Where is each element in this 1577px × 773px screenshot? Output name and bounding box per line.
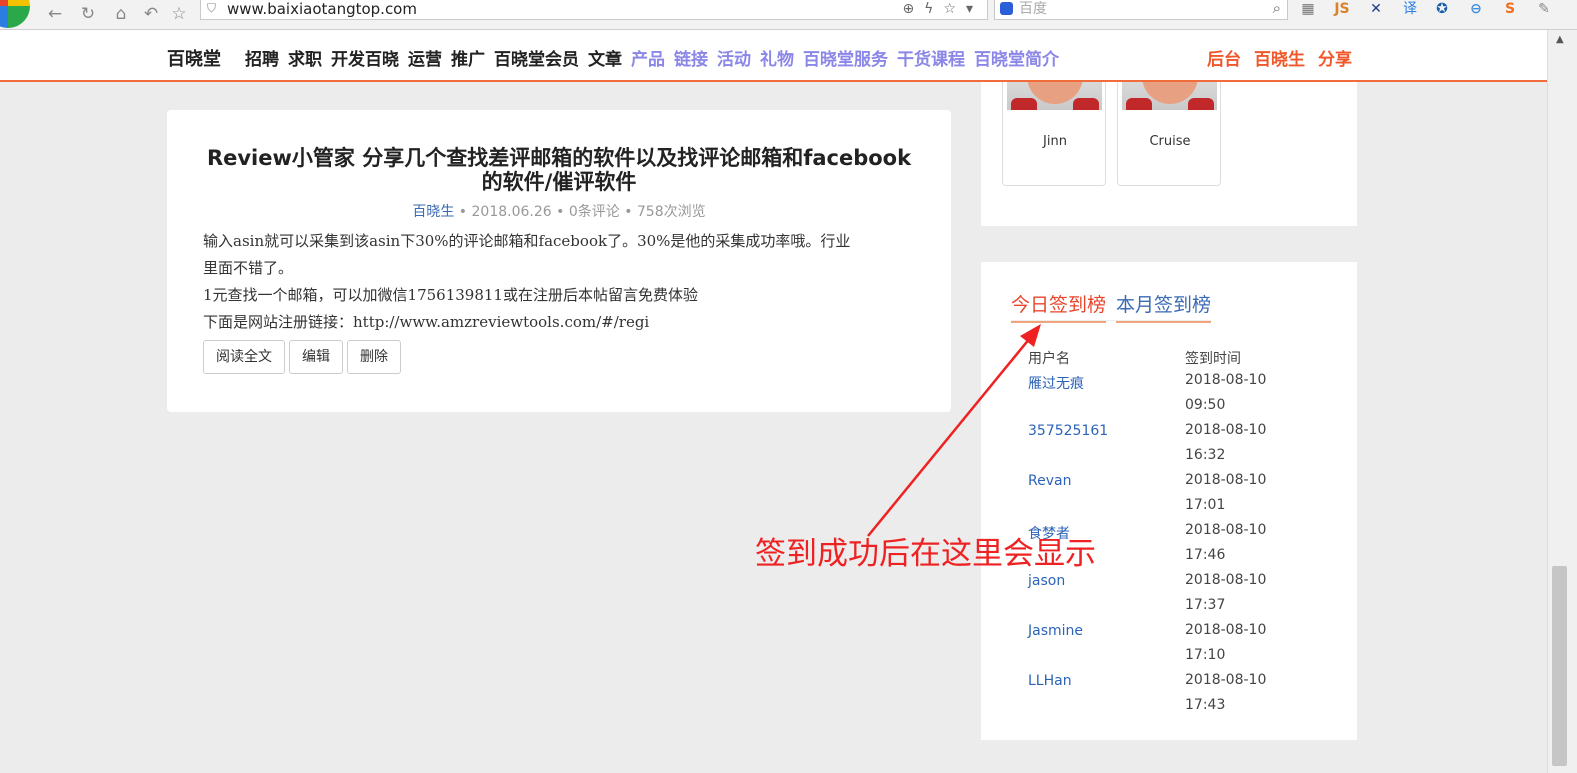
minus-extension-icon[interactable]: ⊖ [1466, 0, 1486, 18]
edit-button[interactable]: 编辑 [289, 340, 343, 374]
member-card[interactable]: Cruise [1117, 82, 1221, 186]
post-title[interactable]: Review小管家 分享几个查找差评邮箱的软件以及找评论邮箱和facebook的… [197, 146, 921, 194]
menu-item-recruit[interactable]: 招聘 [245, 45, 279, 70]
excerpt-line: 1元查找一个邮箱，可以加微信1756139811或在注册后本帖留言免费体验 [203, 286, 698, 304]
row-time: 2018-08-10 17:46 [1185, 522, 1267, 563]
menu-item-articles[interactable]: 文章 [588, 45, 622, 70]
translate-extension-icon[interactable]: 译 [1400, 0, 1420, 18]
site-header: 百晓堂 招聘 求职 开发百晓 运营 推广 百晓堂会员 文章 产品 链接 活动 礼… [0, 30, 1547, 82]
browser-logo-icon [0, 0, 30, 28]
row-username[interactable]: Jasmine [1028, 623, 1083, 639]
row-time: 2018-08-10 17:43 [1185, 672, 1267, 713]
menu-item-share[interactable]: 分享 [1318, 45, 1352, 70]
menu-item-gifts[interactable]: 礼物 [760, 45, 794, 70]
baidu-paw-icon [1000, 2, 1013, 15]
post-author-link[interactable]: 百晓生 [412, 204, 454, 220]
checkin-leaderboard: 今日签到榜 本月签到榜 用户名 签到时间 雁过无痕 2018-08-10 09:5… [981, 262, 1357, 740]
avatar [1122, 82, 1217, 110]
row-time: 2018-08-10 17:10 [1185, 622, 1267, 663]
row-username[interactable]: 雁过无痕 [1028, 373, 1084, 393]
row-username[interactable]: 357525161 [1028, 423, 1108, 439]
members-card: Jinn Cruise [981, 82, 1357, 226]
row-time: 2018-08-10 16:32 [1185, 422, 1267, 463]
column-header-time: 签到时间 [1185, 351, 1241, 367]
annotation-text: 签到成功后在这里会显示 [755, 536, 1096, 572]
member-card[interactable]: Jinn [1002, 82, 1106, 186]
menu-item-events[interactable]: 活动 [717, 45, 751, 70]
menu-item-services[interactable]: 百晓堂服务 [803, 45, 888, 70]
post-meta-details: • 2018.06.26 • 0条评论 • 758次浏览 [454, 204, 706, 220]
main-menu: 招聘 求职 开发百晓 运营 推广 百晓堂会员 文章 产品 链接 活动 礼物 百晓… [245, 45, 1059, 70]
checkin-tabs: 今日签到榜 本月签到榜 [1011, 290, 1212, 323]
avatar [1007, 82, 1102, 110]
search-placeholder: 百度 [1019, 1, 1047, 17]
tab-divider [1011, 320, 1211, 321]
site-brand[interactable]: 百晓堂 [167, 45, 221, 71]
browser-search-box[interactable]: 百度 ⌕ [994, 0, 1288, 20]
row-username[interactable]: Revan [1028, 473, 1071, 489]
undo-icon[interactable]: ↶ [139, 2, 163, 26]
menu-item-dev[interactable]: 开发百晓 [331, 45, 399, 70]
js-extension-icon[interactable]: JS [1332, 0, 1352, 18]
row-username[interactable]: LLHan [1028, 673, 1072, 689]
search-icon[interactable]: ⌕ [1273, 0, 1281, 17]
read-more-button[interactable]: 阅读全文 [203, 340, 285, 374]
url-text[interactable]: www.baixiaotangtop.com [227, 0, 417, 18]
tab-today-checkin[interactable]: 今日签到榜 [1011, 290, 1107, 323]
post-excerpt: 输入asin就可以采集到该asin下30%的评论邮箱和facebook了。30%… [203, 228, 915, 336]
menu-item-jobseek[interactable]: 求职 [288, 45, 322, 70]
excerpt-line: 下面是网站注册链接：http://www.amzreviewtools.com/… [203, 313, 650, 331]
puzzle-extension-icon[interactable]: ✪ [1432, 0, 1452, 18]
browser-toolbar: ← ↻ ⌂ ↶ ☆ ⛉ www.baixiaotangtop.com ⊕ϟ☆▾ … [0, 0, 1577, 30]
refresh-icon[interactable]: ↻ [76, 2, 100, 26]
column-header-user: 用户名 [1028, 351, 1070, 367]
post-card: Review小管家 分享几个查找差评邮箱的软件以及找评论邮箱和facebook的… [167, 110, 951, 412]
menu-item-promo[interactable]: 推广 [451, 45, 485, 70]
tools-wrench-icon[interactable]: ✎ [1534, 0, 1554, 18]
menu-item-courses[interactable]: 干货课程 [897, 45, 965, 70]
post-meta: 百晓生 • 2018.06.26 • 0条评论 • 758次浏览 [167, 201, 951, 221]
vs-extension-icon[interactable]: ✕ [1366, 0, 1386, 18]
row-time: 2018-08-10 09:50 [1185, 372, 1267, 413]
tab-month-checkin[interactable]: 本月签到榜 [1116, 290, 1212, 323]
member-name: Jinn [1043, 134, 1067, 149]
page-scrollbar[interactable]: ▲ [1547, 30, 1577, 773]
address-bar[interactable]: ⛉ www.baixiaotangtop.com ⊕ϟ☆▾ [200, 0, 988, 20]
menu-item-user[interactable]: 百晓生 [1254, 45, 1305, 70]
back-icon[interactable]: ← [43, 2, 67, 26]
menu-item-ops[interactable]: 运营 [408, 45, 442, 70]
home-icon[interactable]: ⌂ [109, 2, 133, 26]
post-actions: 阅读全文 编辑 删除 [203, 340, 401, 374]
favorite-star-icon[interactable]: ☆ [167, 2, 191, 26]
menu-item-member[interactable]: 百晓堂会员 [494, 45, 579, 70]
excerpt-line: 里面不错了。 [203, 259, 294, 277]
s-extension-icon[interactable]: S [1500, 0, 1520, 18]
grid-extension-icon[interactable]: ▦ [1298, 0, 1318, 18]
row-time: 2018-08-10 17:01 [1185, 472, 1267, 513]
scrollbar-thumb[interactable] [1552, 566, 1567, 766]
row-time: 2018-08-10 17:37 [1185, 572, 1267, 613]
security-shield-icon: ⛉ [207, 1, 217, 15]
scroll-up-icon[interactable]: ▲ [1556, 34, 1564, 45]
menu-item-about[interactable]: 百晓堂简介 [974, 45, 1059, 70]
menu-item-products[interactable]: 产品 [631, 45, 665, 70]
user-menu: 后台 百晓生 分享 [1207, 45, 1352, 70]
excerpt-line: 输入asin就可以采集到该asin下30%的评论邮箱和facebook了。30%… [203, 232, 851, 250]
menu-item-admin[interactable]: 后台 [1207, 45, 1241, 70]
menu-item-links[interactable]: 链接 [674, 45, 708, 70]
member-name: Cruise [1149, 134, 1191, 149]
row-username[interactable]: jason [1028, 573, 1065, 589]
address-tools-icons[interactable]: ⊕ϟ☆▾ [902, 0, 983, 18]
delete-button[interactable]: 删除 [347, 340, 401, 374]
